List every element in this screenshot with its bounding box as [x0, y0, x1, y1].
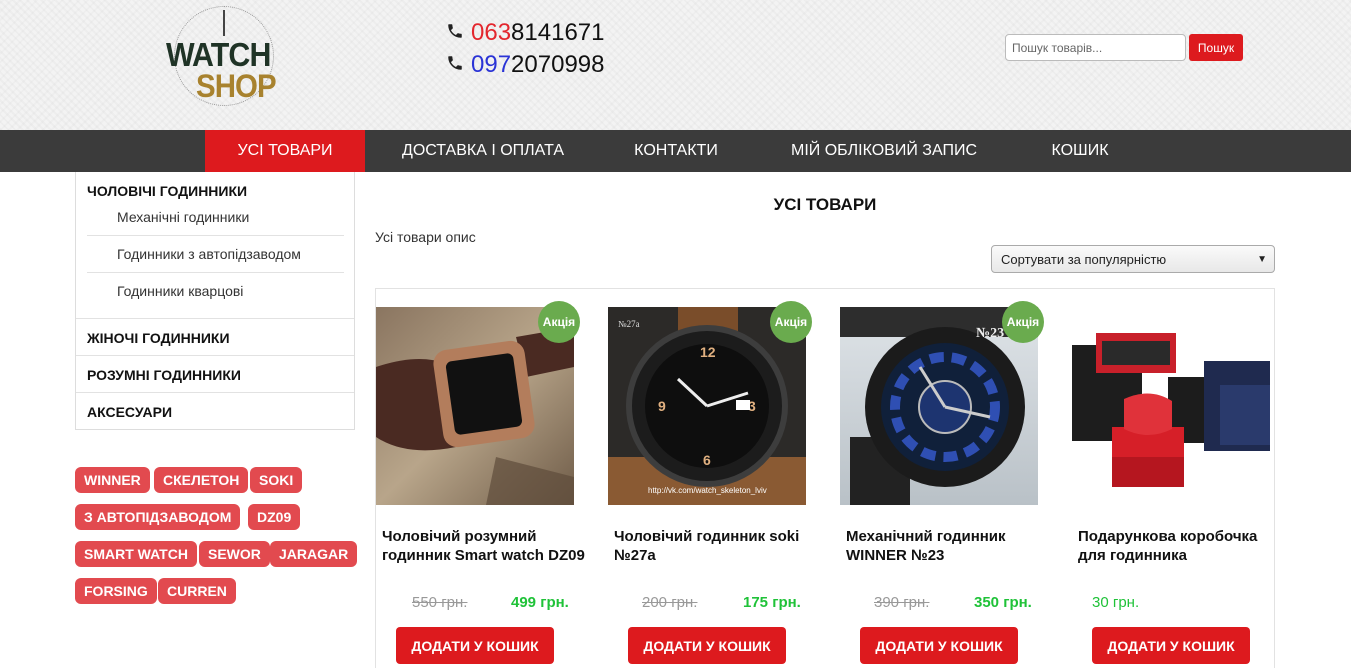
nav-item-all-products[interactable]: УСІ ТОВАРИ — [205, 130, 365, 172]
old-price: 390 грн. — [874, 594, 930, 611]
search-button[interactable]: Пошук — [1189, 34, 1243, 61]
tag-skeleton[interactable]: СКЕЛЕТОН — [154, 467, 249, 493]
category-sidebar: ЧОЛОВІЧІ ГОДИННИКИ Механічні годинники Г… — [75, 172, 355, 430]
tag-smart-watch[interactable]: SMART WATCH — [75, 541, 197, 567]
old-price: 200 грн. — [642, 594, 698, 611]
subcategory-automatic[interactable]: Годинники з автопідзаводом — [117, 246, 301, 262]
sale-badge: Акція — [1002, 301, 1044, 343]
product-name[interactable]: Чоловічий розумний годинник Smart watch … — [382, 527, 587, 565]
add-to-cart-button[interactable]: ДОДАТИ У КОШИК — [1092, 627, 1250, 664]
price: 30 грн. — [1092, 594, 1140, 611]
phone-number-1[interactable]: 0638141671 — [446, 19, 604, 47]
add-to-cart-button[interactable]: ДОДАТИ У КОШИК — [628, 627, 786, 664]
image-label: №27a — [618, 319, 640, 329]
phone-rest: 8141671 — [511, 19, 605, 46]
page-description: Усі товари опис — [375, 229, 476, 245]
logo-clock-hand — [223, 10, 225, 36]
divider — [76, 318, 354, 319]
product-name[interactable]: Чоловічий годинник soki №27a — [614, 527, 819, 565]
page-title: УСІ ТОВАРИ — [773, 195, 877, 214]
product-card: 12 3 6 9 №27a http://vk.com/watch_skeleton_… — [608, 289, 840, 668]
category-men[interactable]: ЧОЛОВІЧІ ГОДИННИКИ — [87, 183, 247, 199]
product-image-gift-box[interactable] — [1072, 307, 1270, 505]
phone-prefix: 063 — [471, 19, 512, 46]
sale-badge: Акція — [538, 301, 580, 343]
nav-item-contacts[interactable]: КОНТАКТИ — [616, 130, 736, 172]
subcategory-mechanical[interactable]: Механічні годинники — [117, 209, 249, 225]
product-grid: Акція Чоловічий розумний годинник Smart … — [375, 288, 1275, 668]
nav-item-account[interactable]: МІЙ ОБЛІКОВИЙ ЗАПИС — [772, 130, 996, 172]
tag-jaragar[interactable]: JARAGAR — [270, 541, 358, 567]
tag-winner[interactable]: WINNER — [75, 467, 150, 493]
add-to-cart-button[interactable]: ДОДАТИ У КОШИК — [860, 627, 1018, 664]
tag-sewor[interactable]: SEWOR — [199, 541, 270, 567]
site-logo[interactable]: WATCH SHOP — [162, 6, 292, 106]
product-name[interactable]: Механічний годинник WINNER №23 — [846, 527, 1051, 565]
sort-select[interactable]: Сортувати за популярністю ▼ — [991, 245, 1275, 273]
logo-text-shop: SHOP — [196, 68, 277, 104]
dropdown-arrow-icon: ▼ — [1257, 254, 1267, 265]
divider — [87, 272, 344, 273]
sale-badge: Акція — [770, 301, 812, 343]
nav-item-cart[interactable]: КОШИК — [1030, 130, 1130, 172]
divider — [87, 235, 344, 236]
old-price: 550 грн. — [412, 594, 468, 611]
sale-price: 499 грн. — [511, 594, 569, 611]
svg-text:12: 12 — [700, 344, 716, 360]
add-to-cart-button[interactable]: ДОДАТИ У КОШИК — [396, 627, 554, 664]
subcategory-quartz[interactable]: Годинники кварцові — [117, 283, 243, 299]
image-watermark: http://vk.com/watch_skeleton_lviv — [648, 486, 767, 495]
divider — [76, 355, 354, 356]
tag-soki[interactable]: SOKI — [250, 467, 303, 493]
sort-selected-value: Сортувати за популярністю — [1001, 252, 1167, 267]
tag-automatic[interactable]: З АВТОПІДЗАВОДОМ — [75, 504, 241, 530]
product-card: Подарункова коробочка для годинника 30 г… — [1072, 289, 1304, 668]
sale-price: 350 грн. — [974, 594, 1032, 611]
category-women[interactable]: ЖІНОЧІ ГОДИННИКИ — [87, 330, 230, 346]
category-accessories[interactable]: АКСЕСУАРИ — [87, 404, 172, 420]
tag-curren[interactable]: CURREN — [158, 578, 236, 604]
phone-icon — [446, 22, 466, 45]
phone-icon — [446, 54, 466, 77]
tag-dz09[interactable]: DZ09 — [248, 504, 301, 530]
product-card: №23 Акція Механічний годинник WINNER №23… — [840, 289, 1072, 668]
main-nav: УСІ ТОВАРИ ДОСТАВКА І ОПЛАТА КОНТАКТИ МІ… — [0, 130, 1351, 172]
svg-text:6: 6 — [703, 452, 711, 468]
tag-forsing[interactable]: FORSING — [75, 578, 157, 604]
product-card: Акція Чоловічий розумний годинник Smart … — [376, 289, 608, 668]
product-name[interactable]: Подарункова коробочка для годинника — [1078, 527, 1283, 565]
category-smart[interactable]: РОЗУМНІ ГОДИННИКИ — [87, 367, 241, 383]
phone-number-2[interactable]: 0972070998 — [446, 51, 604, 79]
sale-price: 175 грн. — [743, 594, 801, 611]
search-input[interactable] — [1005, 34, 1186, 61]
svg-text:9: 9 — [658, 398, 666, 414]
phone-prefix: 097 — [471, 51, 512, 78]
phone-rest: 2070998 — [511, 51, 605, 78]
nav-item-delivery[interactable]: ДОСТАВКА І ОПЛАТА — [383, 130, 583, 172]
image-label: №23 — [976, 326, 1004, 341]
site-header: WATCH SHOP 0638141671 0972070998 Пошук — [0, 0, 1351, 130]
divider — [76, 392, 354, 393]
